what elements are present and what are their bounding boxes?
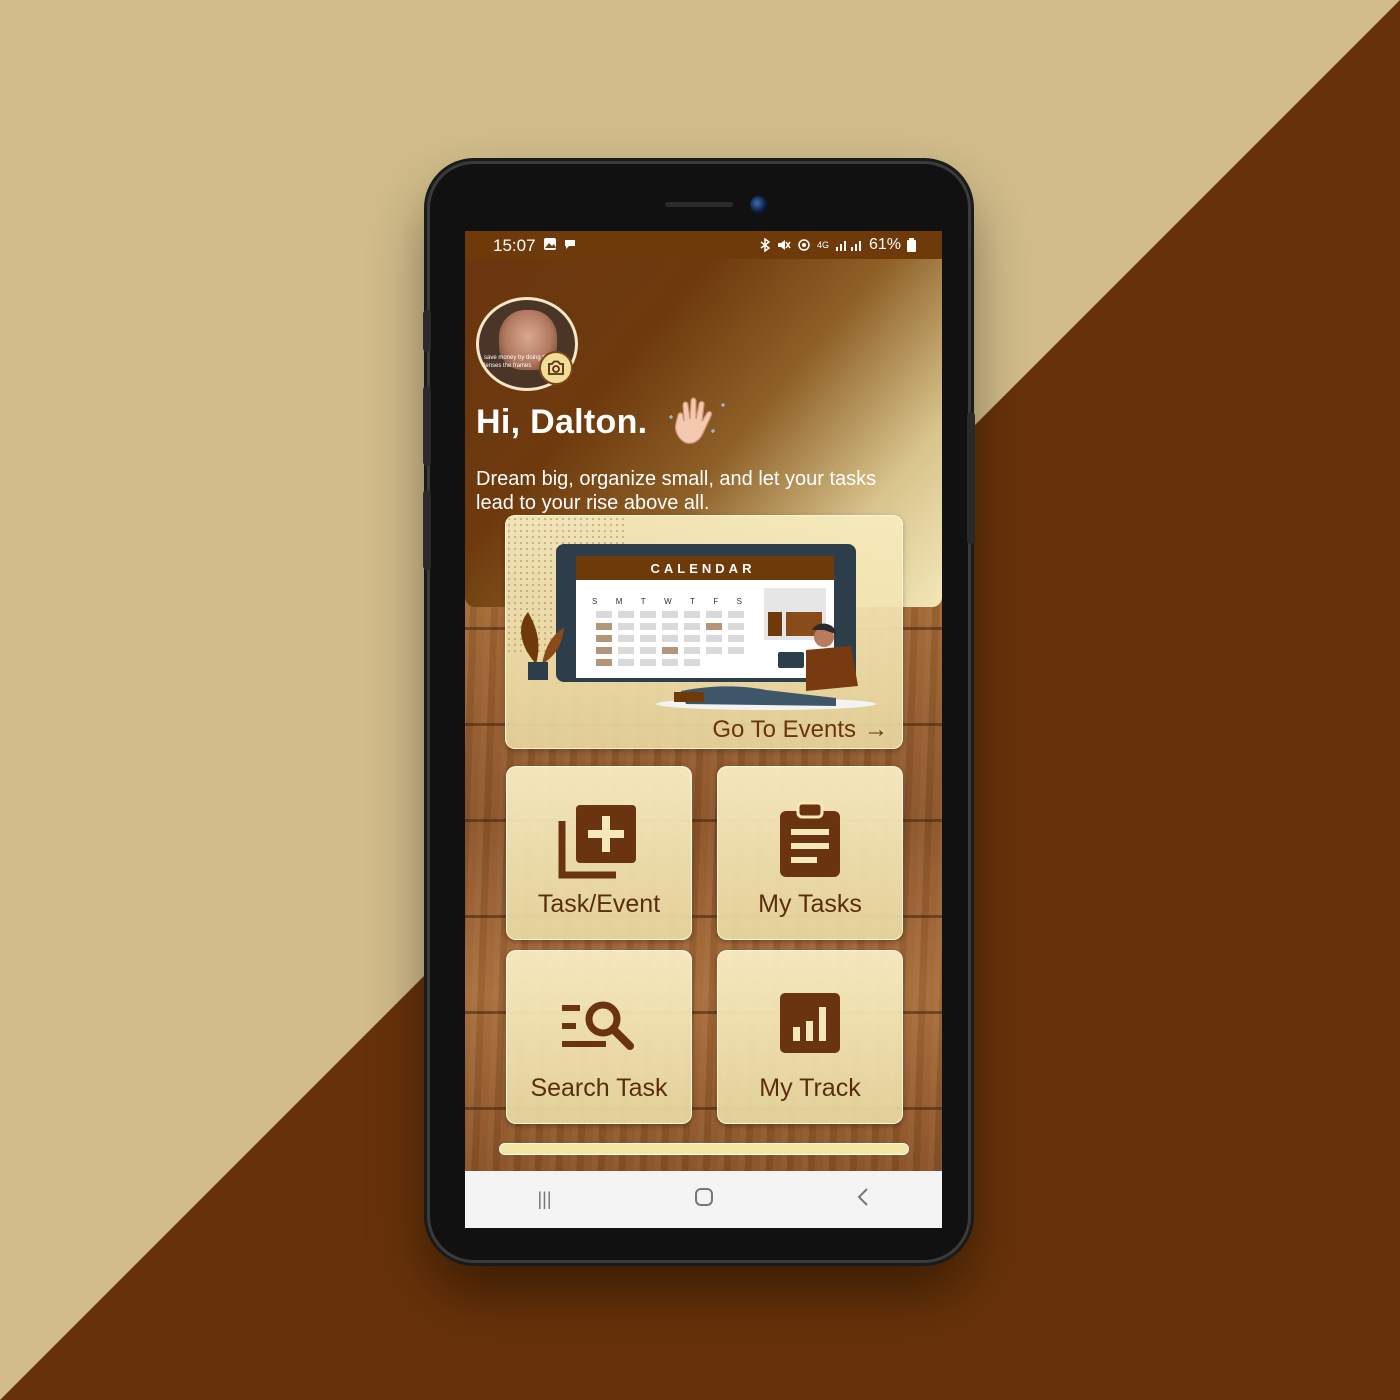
greeting-title: Hi, Dalton. [476, 403, 648, 441]
bar-chart-icon [780, 993, 840, 1053]
calendar-weekdays: S M T W T F S [592, 597, 742, 606]
front-camera [750, 196, 768, 214]
task-event-tile[interactable]: Task/Event [506, 766, 692, 940]
clipboard-icon [780, 801, 840, 877]
app-screen: 15:07 4G 61% save money by doing the len… [465, 231, 942, 1228]
signal-icon [835, 241, 861, 251]
chat-icon [565, 240, 575, 249]
home-button[interactable] [674, 1186, 734, 1214]
mute-icon [777, 240, 791, 250]
task-event-label: Task/Event [537, 890, 661, 918]
go-to-events-card[interactable]: Go To Events → [505, 515, 903, 749]
back-icon [857, 1187, 868, 1206]
recent-apps-button[interactable]: ||| [515, 1189, 575, 1210]
battery-icon [907, 238, 916, 252]
hotspot-icon [798, 239, 810, 251]
change-photo-button[interactable] [539, 351, 573, 385]
tagline: Dream big, organize small, and let your … [476, 468, 877, 514]
battery-percent: 61% [868, 236, 901, 253]
bluetooth-icon [760, 238, 771, 252]
arrow-right-icon: → [864, 716, 888, 743]
my-tasks-label: My Tasks [758, 890, 862, 918]
waving-hand-icon [669, 397, 725, 444]
android-nav-bar: ||| [465, 1171, 942, 1228]
search-list-icon [562, 1001, 634, 1050]
back-button[interactable] [833, 1186, 893, 1214]
phone-frame: 15:07 4G 61% save money by doing the len… [423, 164, 975, 1260]
status-time: 15:07 [493, 236, 536, 255]
my-track-tile[interactable]: My Track [717, 950, 903, 1124]
camera-icon [548, 360, 564, 375]
speaker [665, 202, 733, 207]
my-tasks-tile[interactable]: My Tasks [717, 766, 903, 940]
add-task-icon [558, 805, 636, 879]
calendar-title: CALENDAR [650, 561, 756, 576]
calendar-illustration [521, 544, 876, 710]
network-type: 4G [816, 240, 829, 250]
bottom-indicator-bar [499, 1143, 909, 1155]
gallery-icon [544, 238, 556, 250]
status-bar: 15:07 4G 61% [465, 231, 942, 259]
go-to-events-link[interactable]: Go To Events → [712, 716, 888, 744]
home-icon [694, 1187, 713, 1206]
go-to-events-label: Go To Events [712, 716, 856, 743]
search-task-tile[interactable]: Search Task [506, 950, 692, 1124]
my-track-label: My Track [759, 1074, 861, 1102]
search-task-label: Search Task [530, 1074, 668, 1102]
